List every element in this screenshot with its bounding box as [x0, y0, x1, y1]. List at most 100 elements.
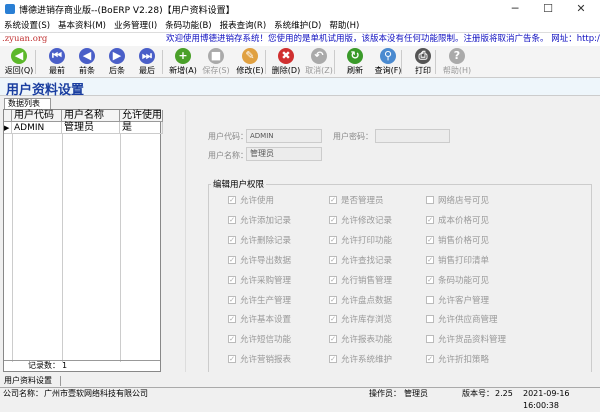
page-header: 用户资料设置	[0, 78, 600, 98]
permission-checkbox[interactable]: ✓ 成本价格可见	[426, 214, 489, 226]
column-header-enabled[interactable]: 允许使用	[120, 110, 163, 122]
checkbox-checked-icon[interactable]: ✓	[228, 315, 236, 324]
permission-checkbox[interactable]: ✓ 允许使用	[228, 194, 274, 206]
menu-item-4[interactable]: 报表查询(R)	[216, 19, 271, 31]
permission-checkbox[interactable]: ✓ 允许打印功能	[329, 234, 392, 246]
table-cell-enabled[interactable]: 是	[120, 122, 163, 134]
checkbox-checked-icon[interactable]: ✓	[426, 275, 434, 284]
checkbox-checked-icon[interactable]: ✓	[329, 196, 337, 204]
next-icon: ▶	[109, 48, 125, 64]
user-grid[interactable]: 用户代码 用户名称 允许使用 ▶ ADMIN 管理员 是 记录数： 1	[3, 109, 163, 372]
permission-checkbox[interactable]: ✓ 是否管理员	[329, 194, 384, 206]
permission-checkbox[interactable]: ✓ 允许库存浏览	[329, 313, 392, 325]
permission-checkbox[interactable]: ✓ 销售价格可见	[426, 234, 489, 246]
checkbox-unchecked-icon[interactable]	[426, 315, 434, 324]
permission-checkbox[interactable]: ✓ 允许导出数据	[228, 254, 291, 266]
tab-user-settings[interactable]: 用户资料设置	[2, 376, 61, 386]
checkbox-checked-icon[interactable]: ✓	[426, 355, 434, 364]
permission-checkbox[interactable]: ✓ 允许查找记录	[329, 254, 392, 266]
checkbox-checked-icon[interactable]: ✓	[228, 295, 236, 304]
checkbox-checked-icon[interactable]: ✓	[329, 335, 337, 344]
permission-checkbox[interactable]: ✓ 条码功能可见	[426, 274, 489, 286]
title-bar: 博德进销存商业版--(BoERP V2.28)【用户资料设置】 ─ ☐ ✕	[0, 0, 600, 18]
permission-checkbox[interactable]: ✓ 允许系统维护	[329, 353, 392, 365]
toolbar-button-13[interactable]: ? 帮助(H)	[440, 47, 474, 77]
toolbar-button-5[interactable]: + 新增(A)	[166, 47, 200, 77]
tab-data-list[interactable]: 数据列表	[4, 98, 51, 109]
toolbar-button-11[interactable]: ⚲ 查询(F)	[371, 47, 405, 77]
menu-item-5[interactable]: 系统维护(D)	[270, 19, 325, 31]
checkbox-checked-icon[interactable]: ✓	[329, 355, 337, 364]
company-name: 广州市壹软网络科技有限公司	[44, 389, 148, 398]
search-icon: ⚲	[380, 48, 396, 64]
password-input[interactable]	[375, 129, 450, 143]
maximize-button[interactable]: ☐	[533, 0, 563, 18]
permission-checkbox[interactable]: ✓ 允许生产管理	[228, 294, 291, 306]
column-header-name[interactable]: 用户名称	[62, 110, 120, 122]
last-icon: ⏭	[139, 48, 155, 64]
menu-item-2[interactable]: 业务管理(I)	[110, 19, 161, 31]
version-label: 版本号：	[462, 389, 494, 398]
toolbar-button-9[interactable]: ↶ 取消(Z)	[302, 47, 336, 77]
checkbox-checked-icon[interactable]: ✓	[426, 215, 434, 224]
checkbox-checked-icon[interactable]: ✓	[329, 275, 337, 284]
permission-checkbox[interactable]: 允许货品资料管理	[426, 333, 506, 345]
checkbox-checked-icon[interactable]: ✓	[228, 255, 236, 264]
toolbar-button-1[interactable]: ⏮ 最前	[40, 47, 74, 77]
checkbox-checked-icon[interactable]: ✓	[329, 235, 337, 244]
menu-item-0[interactable]: 系统设置(S)	[0, 19, 54, 31]
permission-checkbox[interactable]: ✓ 允许营销报表	[228, 353, 291, 365]
close-button[interactable]: ✕	[566, 0, 596, 18]
checkbox-checked-icon[interactable]: ✓	[329, 255, 337, 264]
checkbox-checked-icon[interactable]: ✓	[228, 335, 236, 344]
checkbox-checked-icon[interactable]: ✓	[426, 235, 434, 244]
permission-checkbox[interactable]: 允许客户管理	[426, 294, 489, 306]
menu-item-3[interactable]: 条码功能(B)	[161, 19, 215, 31]
toolbar-button-10[interactable]: ↻ 刷新	[338, 47, 372, 77]
checkbox-checked-icon[interactable]: ✓	[329, 295, 337, 304]
permission-checkbox[interactable]: ✓ 允许盘点数据	[329, 294, 392, 306]
permission-label: 允许折扣策略	[438, 355, 490, 366]
checkbox-checked-icon[interactable]: ✓	[228, 196, 236, 204]
checkbox-checked-icon[interactable]: ✓	[329, 215, 337, 224]
toolbar-button-12[interactable]: ⎙ 打印	[406, 47, 440, 77]
toolbar-button-6[interactable]: ■ 保存(S)	[199, 47, 233, 77]
permission-checkbox[interactable]: 网络店号可见	[426, 194, 489, 206]
menu-item-1[interactable]: 基本资料(M)	[54, 19, 110, 31]
ad-site[interactable]: .zyuan.org	[2, 33, 47, 46]
toolbar-button-7[interactable]: ✎ 修改(E)	[233, 47, 267, 77]
user-name-input[interactable]: 管理员	[246, 147, 322, 161]
toolbar-button-label: 删除(D)	[271, 66, 301, 75]
permission-checkbox[interactable]: ✓ 允许采购管理	[228, 274, 291, 286]
toolbar-button-3[interactable]: ▶ 后条	[100, 47, 134, 77]
table-cell-code[interactable]: ADMIN	[12, 122, 62, 134]
permission-checkbox[interactable]: ✓ 允许报表功能	[329, 333, 392, 345]
column-header-code[interactable]: 用户代码	[12, 110, 62, 122]
checkbox-checked-icon[interactable]: ✓	[426, 255, 434, 264]
permission-checkbox[interactable]: ✓ 允许修改记录	[329, 214, 392, 226]
permission-checkbox[interactable]: ✓ 销售打印清单	[426, 254, 489, 266]
checkbox-checked-icon[interactable]: ✓	[228, 355, 236, 364]
permission-checkbox[interactable]: ✓ 允许删除记录	[228, 234, 291, 246]
permission-checkbox[interactable]: ✓ 允许折扣策略	[426, 353, 489, 365]
checkbox-unchecked-icon[interactable]	[426, 335, 434, 344]
toolbar-button-0[interactable]: ◀ 返回(Q)	[2, 47, 36, 77]
table-cell-name[interactable]: 管理员	[62, 122, 120, 134]
checkbox-checked-icon[interactable]: ✓	[228, 215, 236, 224]
permission-checkbox[interactable]: ✓ 允许添加记录	[228, 214, 291, 226]
checkbox-checked-icon[interactable]: ✓	[228, 235, 236, 244]
checkbox-checked-icon[interactable]: ✓	[228, 275, 236, 284]
toolbar-button-2[interactable]: ◀ 前条	[70, 47, 104, 77]
minimize-button[interactable]: ─	[500, 0, 530, 18]
checkbox-unchecked-icon[interactable]	[426, 295, 434, 304]
menu-item-6[interactable]: 帮助(H)	[325, 19, 363, 31]
permission-checkbox[interactable]: ✓ 允行销售管理	[329, 274, 392, 286]
checkbox-checked-icon[interactable]: ✓	[329, 315, 337, 324]
checkbox-unchecked-icon[interactable]	[426, 196, 434, 204]
permission-checkbox[interactable]: 允许供应商管理	[426, 313, 498, 325]
toolbar-button-4[interactable]: ⏭ 最后	[130, 47, 164, 77]
user-code-input[interactable]: ADMIN	[246, 129, 322, 143]
toolbar-button-8[interactable]: ✖ 删除(D)	[269, 47, 303, 77]
permission-checkbox[interactable]: ✓ 允许基本设置	[228, 313, 291, 325]
permission-checkbox[interactable]: ✓ 允许短信功能	[228, 333, 291, 345]
